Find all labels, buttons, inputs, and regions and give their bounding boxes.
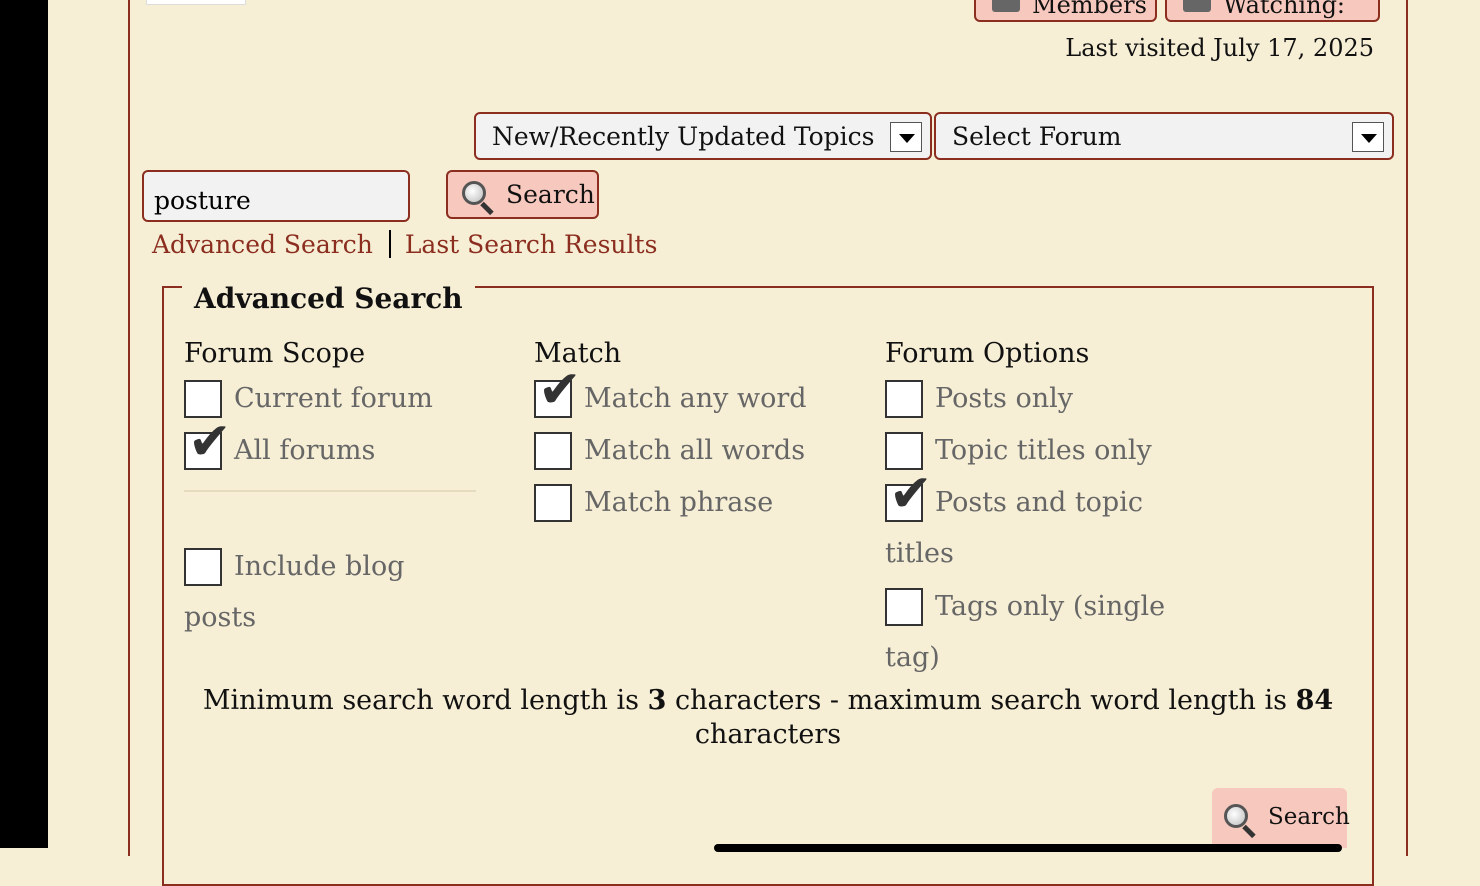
scope-current-label: Current forum [234,383,433,414]
posts-only-checkbox[interactable] [885,380,923,418]
search-button[interactable]: Search [446,170,599,219]
last-search-results-link[interactable]: Last Search Results [405,230,658,259]
note-suffix: characters [694,719,842,750]
include-blog-option[interactable]: Include blog [184,548,405,586]
members-label: Members [1032,0,1147,19]
posts-and-titles-checkbox[interactable] [885,468,933,522]
include-blog-label: Include blog [234,551,405,582]
scope-all-option[interactable]: All forums [184,416,376,470]
note-mid: characters - maximum search word length … [666,685,1296,716]
note-prefix: Minimum search word length is [202,685,648,716]
link-divider [388,230,391,258]
scope-all-checkbox[interactable] [184,416,232,470]
members-icon [992,0,1020,12]
titles-only-label: Topic titles only [935,435,1152,466]
last-visited: Last visited July 17, 2025 [1065,34,1374,62]
min-length: 3 [647,685,667,716]
advanced-search-fieldset [162,286,1374,886]
advanced-search-button-label: Search [1268,804,1350,830]
topics-select[interactable]: New/Recently Updated Topics [474,112,932,160]
tags-only-label-cont: tag) [885,642,940,673]
forum-select-value: Select Forum [952,122,1122,151]
bottom-edge [714,844,1342,852]
posts-and-titles-option[interactable]: Posts and topic [885,468,1143,522]
scope-all-label: All forums [234,435,376,466]
search-input[interactable] [142,170,410,222]
advanced-search-button[interactable]: Search [1212,788,1350,848]
search-button-label: Search [506,180,595,209]
posts-only-option[interactable]: Posts only [885,380,1073,418]
chevron-down-icon[interactable] [1352,122,1384,152]
match-all-option[interactable]: Match all words [534,432,805,470]
match-phrase-checkbox[interactable] [534,484,572,522]
window-edge [0,0,48,848]
match-any-checkbox[interactable] [534,364,582,418]
max-length: 84 [1295,685,1334,716]
advanced-search-link[interactable]: Advanced Search [152,230,373,259]
logo [146,0,246,5]
posts-only-label: Posts only [935,383,1074,414]
chevron-down-icon[interactable] [890,122,922,152]
posts-and-titles-label: Posts and topic [935,487,1143,518]
word-length-note: Minimum search word length is 3 characte… [166,684,1370,752]
forum-select[interactable]: Select Forum [934,112,1394,160]
members-button[interactable]: Members [974,0,1157,22]
watching-button[interactable]: Watching: 0 [1165,0,1380,22]
match-phrase-option[interactable]: Match phrase [534,484,773,522]
posts-and-titles-label-cont: titles [885,538,954,569]
tags-only-checkbox[interactable] [885,588,923,626]
search-links: Advanced Search Last Search Results [152,230,657,259]
include-blog-checkbox[interactable] [184,548,222,586]
include-blog-label-cont: posts [184,602,257,633]
forum-scope-heading: Forum Scope [184,338,366,369]
match-phrase-label: Match phrase [584,487,774,518]
match-all-label: Match all words [584,435,806,466]
tags-only-label: Tags only (single [935,591,1166,622]
watching-icon [1183,0,1211,12]
match-any-label: Match any word [584,383,807,414]
watching-label: Watching: 0 [1223,0,1346,19]
forum-options-heading: Forum Options [885,338,1090,369]
tags-only-option[interactable]: Tags only (single [885,588,1165,626]
topics-select-value: New/Recently Updated Topics [492,122,875,151]
scope-divider [184,490,476,492]
match-all-checkbox[interactable] [534,432,572,470]
match-any-option[interactable]: Match any word [534,364,807,418]
advanced-search-legend: Advanced Search [182,282,475,315]
